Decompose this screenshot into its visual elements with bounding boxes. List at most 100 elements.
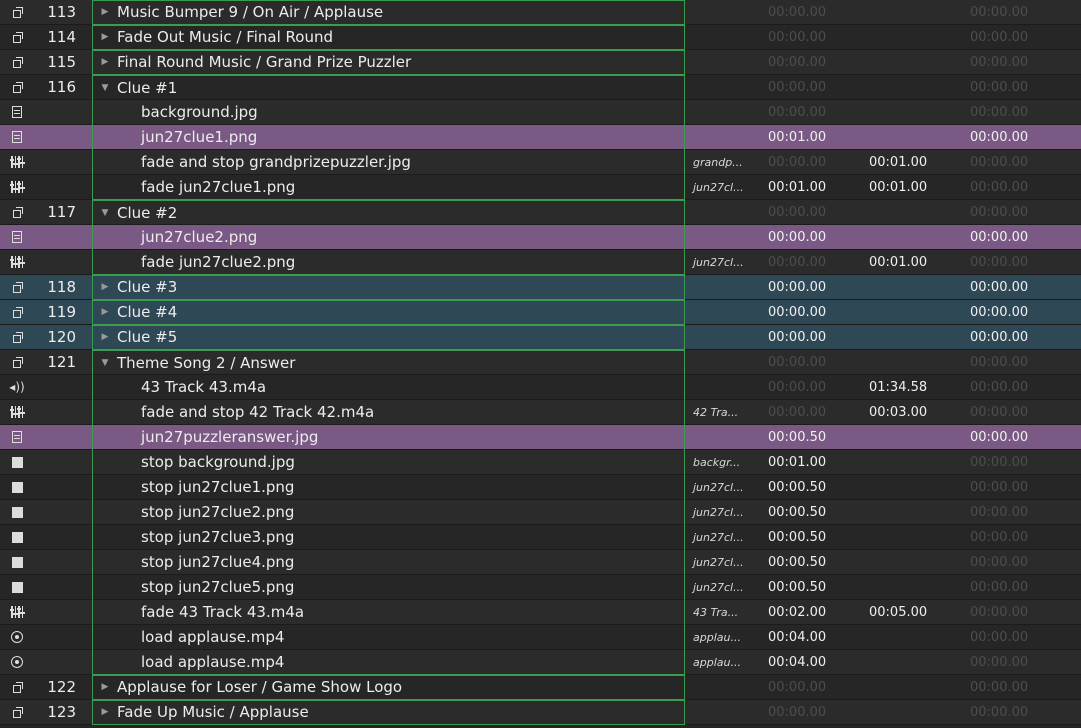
post-wait[interactable]: 00:00.00 — [970, 30, 1081, 45]
cue-row[interactable]: stop jun27clue2.png jun27cl... 00:00.50 00:… — [0, 499, 1081, 525]
post-wait[interactable]: 00:00.00 — [970, 80, 1081, 95]
cue-name-cell[interactable]: load applause.mp4 — [92, 624, 685, 650]
pre-wait[interactable]: 00:00.00 — [768, 705, 869, 720]
disclosure-collapsed-icon[interactable]: ▶ — [93, 332, 117, 342]
post-wait[interactable]: 00:00.00 — [970, 455, 1081, 470]
group-cue-row[interactable]: 113 ▶ Music Bumper 9 / On Air / Applause 00… — [0, 0, 1081, 25]
post-wait[interactable]: 00:00.00 — [970, 705, 1081, 720]
cue-row[interactable]: stop background.jpg backgr... 00:01.00 00:0… — [0, 449, 1081, 475]
post-wait[interactable]: 00:00.00 — [970, 530, 1081, 545]
post-wait[interactable]: 00:00.00 — [970, 405, 1081, 420]
disclosure-collapsed-icon[interactable]: ▶ — [93, 682, 117, 692]
pre-wait[interactable]: 00:02.00 — [768, 605, 869, 620]
post-wait[interactable]: 00:00.00 — [970, 380, 1081, 395]
cue-name-cell[interactable]: fade and stop 42 Track 42.m4a — [92, 399, 685, 425]
pre-wait[interactable]: 00:00.00 — [768, 55, 869, 70]
action-duration[interactable]: 00:03.00 — [869, 405, 970, 420]
disclosure-expanded-icon[interactable]: ▼ — [93, 83, 117, 93]
post-wait[interactable]: 00:00.00 — [970, 330, 1081, 345]
cue-name-cell[interactable]: jun27clue1.png — [92, 124, 685, 150]
group-cue-row[interactable]: 123 ▶ Fade Up Music / Applause 00:00.00 00:0… — [0, 699, 1081, 725]
cue-name-cell[interactable]: ▼ Clue #2 — [92, 199, 685, 225]
cue-row[interactable]: stop jun27clue4.png jun27cl... 00:00.50 00:… — [0, 549, 1081, 575]
pre-wait[interactable]: 00:00.00 — [768, 155, 869, 170]
cue-name-cell[interactable]: fade and stop grandprizepuzzler.jpg — [92, 149, 685, 175]
action-duration[interactable]: 00:01.00 — [869, 255, 970, 270]
cue-name-cell[interactable]: fade 43 Track 43.m4a — [92, 599, 685, 625]
cue-name-cell[interactable]: ▶ Clue #3 — [92, 274, 685, 300]
post-wait[interactable]: 00:00.00 — [970, 280, 1081, 295]
pre-wait[interactable]: 00:00.50 — [768, 530, 869, 545]
pre-wait[interactable]: 00:00.00 — [768, 305, 869, 320]
group-cue-row[interactable]: 119 ▶ Clue #4 00:00.00 00:00.00 — [0, 299, 1081, 325]
pre-wait[interactable]: 00:00.00 — [768, 5, 869, 20]
pre-wait[interactable]: 00:04.00 — [768, 655, 869, 670]
cue-row[interactable]: background.jpg 00:00.00 00:00.00 — [0, 99, 1081, 125]
cue-name-cell[interactable]: ▶ Applause for Loser / Game Show Logo — [92, 674, 685, 700]
post-wait[interactable]: 00:00.00 — [970, 130, 1081, 145]
group-cue-row[interactable]: 121 ▼ Theme Song 2 / Answer 00:00.00 00:00.0… — [0, 349, 1081, 375]
cue-row[interactable]: load applause.mp4 applau... 00:04.00 00:00.… — [0, 649, 1081, 675]
pre-wait[interactable]: 00:01.00 — [768, 180, 869, 195]
cue-row[interactable]: jun27puzzleranswer.jpg 00:00.50 00:00.00 — [0, 424, 1081, 450]
disclosure-expanded-icon[interactable]: ▼ — [93, 358, 117, 368]
post-wait[interactable]: 00:00.00 — [970, 630, 1081, 645]
pre-wait[interactable]: 00:00.50 — [768, 555, 869, 570]
post-wait[interactable]: 00:00.00 — [970, 430, 1081, 445]
cue-row[interactable]: fade jun27clue1.png jun27cl... 00:01.00 00:… — [0, 174, 1081, 200]
group-cue-row[interactable]: 116 ▼ Clue #1 00:00.00 00:00.00 — [0, 74, 1081, 100]
group-cue-row[interactable]: 120 ▶ Clue #5 00:00.00 00:00.00 — [0, 324, 1081, 350]
pre-wait[interactable]: 00:00.50 — [768, 505, 869, 520]
cue-list[interactable]: 113 ▶ Music Bumper 9 / On Air / Applause 00… — [0, 0, 1081, 728]
post-wait[interactable]: 00:00.00 — [970, 155, 1081, 170]
disclosure-collapsed-icon[interactable]: ▶ — [93, 307, 117, 317]
pre-wait[interactable]: 00:00.50 — [768, 580, 869, 595]
cue-name-cell[interactable]: ▼ Clue #1 — [92, 74, 685, 100]
pre-wait[interactable]: 00:00.00 — [768, 230, 869, 245]
group-cue-row[interactable]: 115 ▶ Final Round Music / Grand Prize Puzz… — [0, 49, 1081, 75]
pre-wait[interactable]: 00:01.00 — [768, 455, 869, 470]
pre-wait[interactable]: 00:00.00 — [768, 405, 869, 420]
pre-wait[interactable]: 00:00.00 — [768, 280, 869, 295]
pre-wait[interactable]: 00:00.50 — [768, 480, 869, 495]
pre-wait[interactable]: 00:00.50 — [768, 430, 869, 445]
cue-name-cell[interactable]: stop jun27clue3.png — [92, 524, 685, 550]
pre-wait[interactable]: 00:00.00 — [768, 355, 869, 370]
action-duration[interactable]: 00:05.00 — [869, 605, 970, 620]
post-wait[interactable]: 00:00.00 — [970, 480, 1081, 495]
pre-wait[interactable]: 00:00.00 — [768, 80, 869, 95]
post-wait[interactable]: 00:00.00 — [970, 505, 1081, 520]
cue-name-cell[interactable]: stop background.jpg — [92, 449, 685, 475]
disclosure-expanded-icon[interactable]: ▼ — [93, 208, 117, 218]
post-wait[interactable]: 00:00.00 — [970, 305, 1081, 320]
post-wait[interactable]: 00:00.00 — [970, 555, 1081, 570]
action-duration[interactable]: 01:34.58 — [869, 380, 970, 395]
post-wait[interactable]: 00:00.00 — [970, 655, 1081, 670]
group-cue-row[interactable]: 122 ▶ Applause for Loser / Game Show Logo 0… — [0, 674, 1081, 700]
disclosure-collapsed-icon[interactable]: ▶ — [93, 32, 117, 42]
cue-row[interactable]: fade jun27clue2.png jun27cl... 00:00.00 00:… — [0, 249, 1081, 275]
pre-wait[interactable]: 00:00.00 — [768, 680, 869, 695]
post-wait[interactable]: 00:00.00 — [970, 230, 1081, 245]
pre-wait[interactable]: 00:01.00 — [768, 130, 869, 145]
cue-name-cell[interactable]: ▶ Clue #5 — [92, 324, 685, 350]
cue-name-cell[interactable]: ▼ Theme Song 2 / Answer — [92, 349, 685, 375]
cue-name-cell[interactable]: stop jun27clue2.png — [92, 499, 685, 525]
pre-wait[interactable]: 00:00.00 — [768, 205, 869, 220]
cue-name-cell[interactable]: jun27clue2.png — [92, 224, 685, 250]
cue-name-cell[interactable]: stop jun27clue1.png — [92, 474, 685, 500]
cue-row[interactable]: load applause.mp4 applau... 00:04.00 00:00.… — [0, 624, 1081, 650]
group-cue-row[interactable]: 114 ▶ Fade Out Music / Final Round 00:00.00… — [0, 24, 1081, 50]
disclosure-collapsed-icon[interactable]: ▶ — [93, 7, 117, 17]
post-wait[interactable]: 00:00.00 — [970, 205, 1081, 220]
cue-name-cell[interactable]: load applause.mp4 — [92, 649, 685, 675]
post-wait[interactable]: 00:00.00 — [970, 105, 1081, 120]
post-wait[interactable]: 00:00.00 — [970, 255, 1081, 270]
cue-row[interactable]: fade and stop 42 Track 42.m4a 42 Tra... 00… — [0, 399, 1081, 425]
group-cue-row[interactable]: 117 ▼ Clue #2 00:00.00 00:00.00 — [0, 199, 1081, 225]
cue-row[interactable]: ◂)) 43 Track 43.m4a 00:00.00 01:34.58 00:00.… — [0, 374, 1081, 400]
cue-name-cell[interactable]: ▶ Fade Out Music / Final Round — [92, 24, 685, 50]
cue-name-cell[interactable]: ▶ Music Bumper 9 / On Air / Applause — [92, 0, 685, 25]
post-wait[interactable]: 00:00.00 — [970, 580, 1081, 595]
pre-wait[interactable]: 00:00.00 — [768, 105, 869, 120]
